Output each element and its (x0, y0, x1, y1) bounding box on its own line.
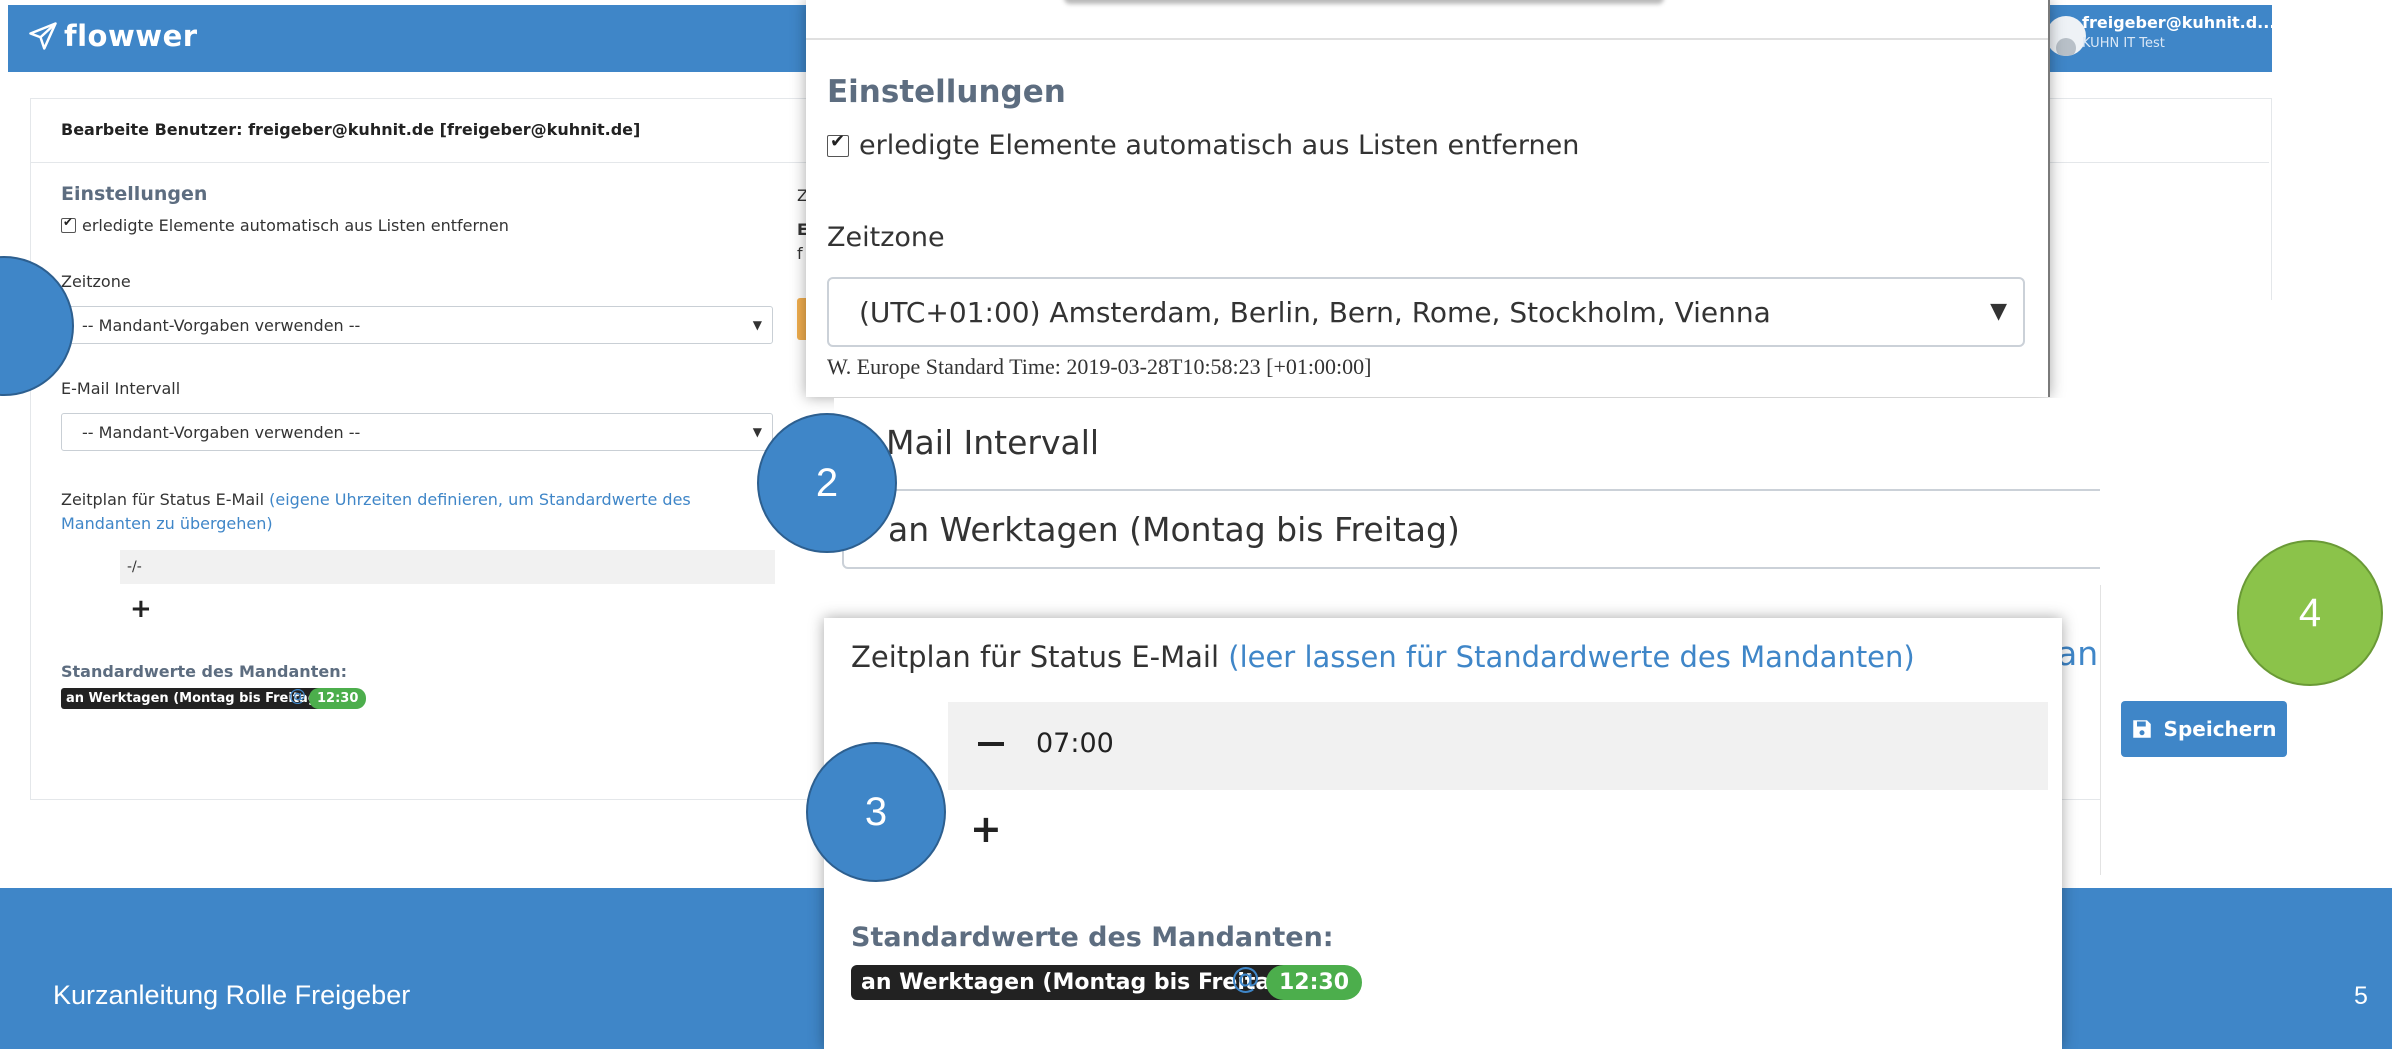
add-time-button[interactable]: + (130, 594, 152, 624)
zoom-panel-email-interval: Mail Intervall an Werktagen (Montag bis … (834, 398, 2100, 610)
blurred-text (1064, 0, 1664, 4)
caret-down-icon: ▼ (752, 425, 762, 439)
zoom-hint-fragment-text: an (2057, 634, 2099, 673)
zoom-panel-timezone: Einstellungen erledigte Elemente automat… (806, 0, 2050, 397)
user-email[interactable]: freigeber@kuhnit.d... (2082, 13, 2275, 32)
caret-down-icon: ▼ (1990, 299, 2007, 324)
callout-3: 3 (806, 742, 946, 882)
zoom-panel-schedule: Zeitplan für Status E-Mail (leer lassen … (824, 618, 2062, 1049)
zoom-auto-remove-label: erledigte Elemente automatisch aus Liste… (859, 130, 1580, 161)
auto-remove-label: erledigte Elemente automatisch aus Liste… (82, 216, 509, 235)
auto-remove-checkbox-row[interactable]: erledigte Elemente automatisch aus Liste… (61, 215, 509, 235)
zoom-timezone-select[interactable]: (UTC+01:00) Amsterdam, Berlin, Bern, Rom… (827, 277, 2025, 347)
settings-heading: Einstellungen (61, 183, 208, 205)
page-number: 5 (2354, 982, 2368, 1010)
divider (2100, 585, 2101, 875)
schedule-label: Zeitplan für Status E-Mail (eigene Uhrze… (61, 488, 781, 536)
schedule-label-text: Zeitplan für Status E-Mail (61, 490, 265, 509)
zoom-settings-heading: Einstellungen (827, 74, 1066, 110)
zoom-timezone-label: Zeitzone (827, 222, 945, 253)
save-icon (2132, 720, 2151, 738)
zoom-hint-fragment: an (2057, 634, 2098, 673)
avatar[interactable] (2046, 16, 2086, 56)
zoom-schedule-hint: (leer lassen für Standardwerte des Manda… (1228, 640, 1915, 674)
card-title: Bearbeite Benutzer: freigeber@kuhnit.de … (61, 120, 641, 139)
zoom-auto-remove-row[interactable]: erledigte Elemente automatisch aus Liste… (827, 130, 1579, 161)
email-interval-label: E-Mail Intervall (61, 379, 181, 398)
caret-down-icon: ▼ (752, 318, 762, 332)
callout-4: 4 (2237, 540, 2383, 686)
user-org: KUHN IT Test (2082, 36, 2165, 51)
paper-plane-icon (29, 22, 57, 50)
email-interval-select[interactable]: -- Mandant-Vorgaben verwenden -- ▼ (61, 413, 773, 451)
timezone-select-value: -- Mandant-Vorgaben verwenden -- (82, 315, 361, 335)
timezone-info: W. Europe Standard Time: 2019-03-28T10:5… (827, 354, 1372, 379)
zoom-email-interval-value: an Werktagen (Montag bis Freitag) (888, 509, 1460, 549)
schedule-empty-slot: -/- (120, 550, 775, 584)
zoom-schedule-label-text: Zeitplan für Status E-Mail (851, 640, 1220, 674)
zoom-defaults-time-badge: 12:30 (1266, 965, 1363, 1000)
schedule-time[interactable]: 07:00 (1036, 728, 1114, 759)
timezone-select[interactable]: -- Mandant-Vorgaben verwenden -- ▼ (61, 306, 773, 344)
zoom-timezone-value: (UTC+01:00) Amsterdam, Berlin, Bern, Rom… (859, 295, 1771, 329)
footer-title: Kurzanleitung Rolle Freigeber (53, 980, 411, 1010)
zoom-defaults-heading: Standardwerte des Mandanten: (851, 922, 1334, 953)
save-button[interactable]: Speichern (2121, 701, 2287, 757)
checkbox-checked[interactable] (827, 131, 849, 157)
defaults-time-badge: 12:30 (309, 688, 367, 709)
right-column-fragment: f (797, 244, 803, 263)
zoom-schedule-label: Zeitplan für Status E-Mail (leer lassen … (851, 640, 1915, 674)
zoom-at-sign: @ (1231, 961, 1260, 995)
callout-2: 2 (757, 413, 897, 553)
app-logo[interactable]: flowwer (28, 18, 198, 54)
divider (806, 38, 2048, 40)
zoom-add-time-button[interactable]: + (970, 807, 1002, 851)
checkbox-checked[interactable] (61, 215, 76, 233)
at-sign: @ (289, 686, 306, 706)
zoom-email-interval-select[interactable]: an Werktagen (Montag bis Freitag) (842, 489, 2100, 569)
defaults-heading: Standardwerte des Mandanten: (61, 662, 347, 681)
email-interval-select-value: -- Mandant-Vorgaben verwenden -- (82, 422, 361, 442)
remove-time-button[interactable] (978, 742, 1004, 746)
zoom-email-interval-label: Mail Intervall (886, 423, 1100, 462)
timezone-label: Zeitzone (61, 272, 131, 291)
save-button-label: Speichern (2163, 717, 2277, 741)
app-logo-text: flowwer (64, 19, 198, 53)
